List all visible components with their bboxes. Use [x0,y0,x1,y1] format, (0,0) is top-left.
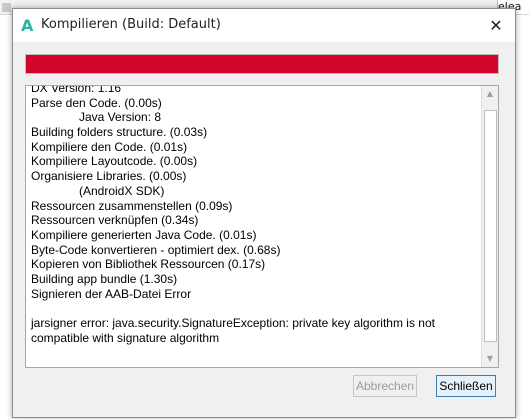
scroll-thumb[interactable] [484,110,497,342]
log-line: Building folders structure. (0.03s) [31,125,208,140]
log-line: Ressourcen zusammenstellen (0.09s) [31,198,233,213]
log-line: Java Version: 8 [79,110,162,125]
vertical-scrollbar[interactable]: ▲ ▼ [481,86,498,367]
log-blank-line [31,301,479,316]
log-line: Kopieren von Bibliothek Ressourcen (0.17… [31,257,266,272]
close-button[interactable]: Schließen [436,375,496,397]
log-line: Kompiliere den Code. (0.01s) [31,139,188,154]
log-line: Building app bundle (1.30s) [31,271,178,286]
log-line: Kompiliere generierten Java Code. (0.01s… [31,227,257,242]
log-line: jarsigner error: java.security.Signature… [31,316,435,345]
scroll-down-arrow-icon[interactable]: ▼ [482,351,498,367]
compile-dialog: A Kompilieren (Build: Default) ✕ DX Vers… [12,8,516,418]
log-line: Kompiliere Layoutcode. (0.00s) [31,154,198,169]
log-line: Byte-Code konvertieren - optimiert dex. … [31,242,281,257]
dialog-title: Kompilieren (Build: Default) [41,17,221,32]
compile-log[interactable]: DX Version: 1.16 Parse den Code. (0.00s) J… [25,85,499,368]
cancel-button[interactable]: Abbrechen [353,375,417,397]
progress-fill [26,55,498,73]
log-line: Organisiere Libraries. (0.00s) [31,169,187,184]
scroll-up-arrow-icon[interactable]: ▲ [482,86,498,102]
background-app-icon [2,3,11,12]
log-content: DX Version: 1.16 Parse den Code. (0.00s) J… [31,85,479,345]
log-line: Signieren der AAB-Datei Error [31,286,192,301]
log-line: Ressourcen verknüpfen (0.34s) [31,213,199,228]
compile-progress-bar [25,54,499,74]
log-line: Parse den Code. (0.00s) [31,95,162,110]
b4a-app-icon: A [21,16,34,35]
log-line: (AndroidX SDK) [79,183,165,198]
dialog-titlebar: A Kompilieren (Build: Default) ✕ [13,9,515,42]
log-line: DX Version: 1.16 [31,85,122,95]
close-icon[interactable]: ✕ [485,15,507,37]
